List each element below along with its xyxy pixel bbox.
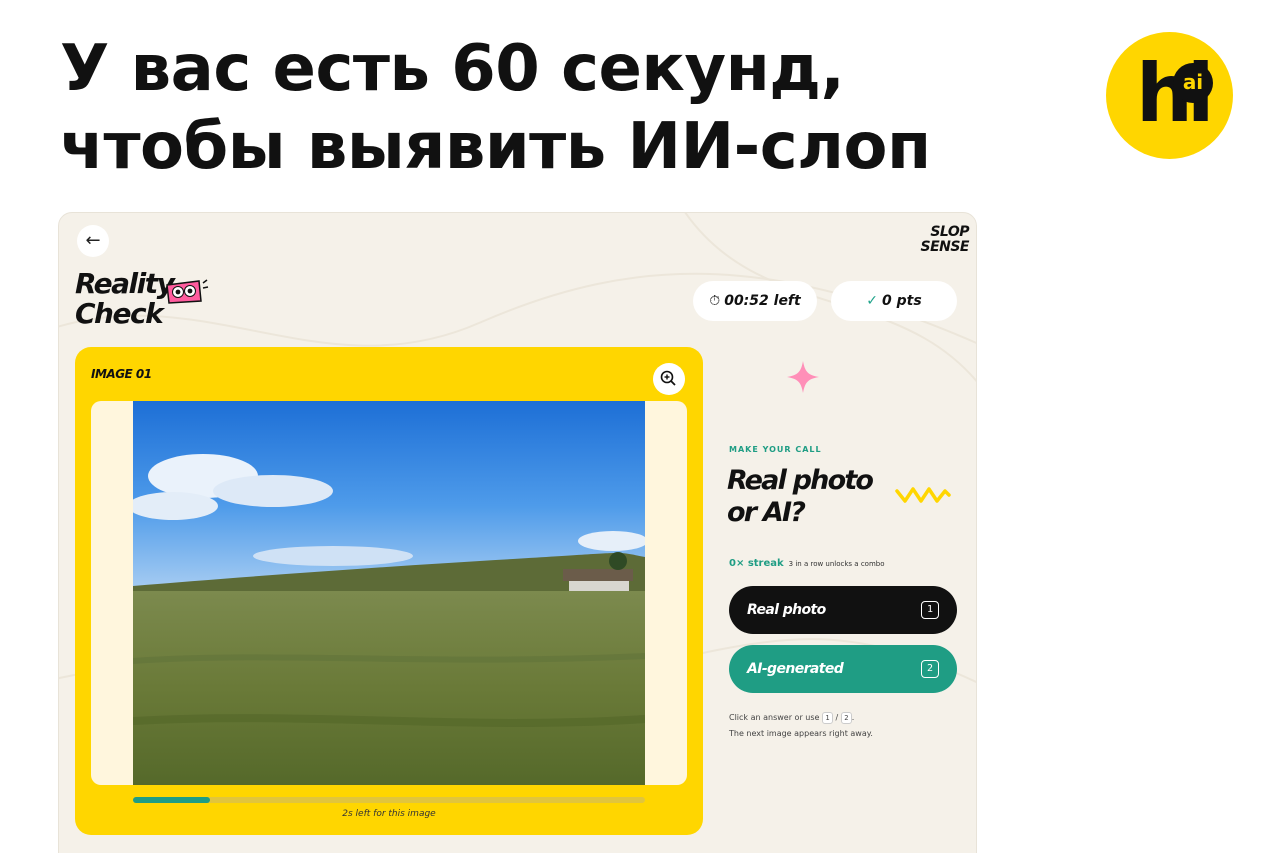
hint-key-1: 1: [822, 712, 833, 724]
reality-check-logo: Reality Check: [75, 269, 235, 333]
image-frame: [91, 401, 687, 785]
hint-suffix: .: [851, 713, 855, 722]
challenge-photo: [133, 401, 645, 785]
reality-check-word-1: Reality: [75, 267, 175, 300]
real-photo-key-hint: 1: [921, 601, 939, 619]
arrow-left-icon: ←: [85, 230, 101, 251]
slop-logo-line-1: SLOP: [930, 224, 969, 240]
slop-logo-line-2: SENSE: [920, 239, 969, 255]
keyboard-hint: Click an answer or use 1 / 2. The next i…: [729, 710, 873, 742]
squiggle-icon: [895, 487, 951, 503]
real-photo-button[interactable]: Real photo 1: [729, 586, 957, 634]
slop-sense-logo: SLOP SENSE: [899, 225, 969, 255]
back-button[interactable]: ←: [77, 225, 109, 257]
brand-logo: hi ai: [1106, 32, 1233, 159]
hint-prefix: Click an answer or use: [729, 713, 820, 722]
stopwatch-icon: ⏱: [709, 293, 721, 309]
zoom-button[interactable]: [653, 363, 685, 395]
image-card-title: IMAGE 01: [91, 367, 152, 381]
image-card: IMAGE 01 2s left for this image: [75, 347, 703, 835]
ai-generated-key-hint: 2: [921, 660, 939, 678]
image-timer-progress-fill: [133, 797, 210, 803]
image-timer-text: 2s left for this image: [342, 809, 436, 819]
timer-pill: ⏱ 00:52 left: [693, 281, 817, 321]
streak-note: 3 in a row unlocks a combo: [788, 560, 885, 568]
hint-line-1: Click an answer or use 1 / 2.: [729, 710, 873, 726]
headline-line-1: У вас есть 60 секунд,: [60, 32, 845, 106]
headline-line-2: чтобы выявить ИИ-слоп: [60, 110, 931, 184]
streak-info: 0× streak 3 in a row unlocks a combo: [729, 558, 885, 569]
zoom-in-icon: [660, 370, 676, 386]
image-timer-progress: [133, 797, 645, 803]
hint-separator: /: [835, 713, 839, 722]
score-pill: ✓ 0 pts: [831, 281, 957, 321]
streak-count: 0× streak: [729, 558, 784, 569]
check-circle-icon: ✓: [866, 293, 879, 309]
ai-generated-button[interactable]: AI-generated 2: [729, 645, 957, 693]
reality-check-word-2: Check: [75, 297, 164, 330]
ai-generated-label: AI-generated: [747, 661, 844, 677]
sparkle-icon: [787, 361, 819, 393]
hint-key-2: 2: [840, 712, 852, 724]
timer-label: 00:52 left: [724, 293, 801, 309]
make-your-call-label: MAKE YOUR CALL: [729, 445, 822, 454]
score-label: 0 pts: [882, 293, 922, 309]
brand-logo-badge: ai: [1173, 63, 1213, 103]
hint-line-2: The next image appears right away.: [729, 729, 873, 738]
app-screenshot: ← SLOP SENSE Reality Check ⏱ 00:52 left ✓…: [58, 212, 977, 853]
real-photo-label: Real photo: [747, 602, 826, 618]
headline: У вас есть 60 секунд, чтобы выявить ИИ-с…: [60, 30, 1060, 186]
mascot-eyes-icon: [166, 279, 209, 304]
